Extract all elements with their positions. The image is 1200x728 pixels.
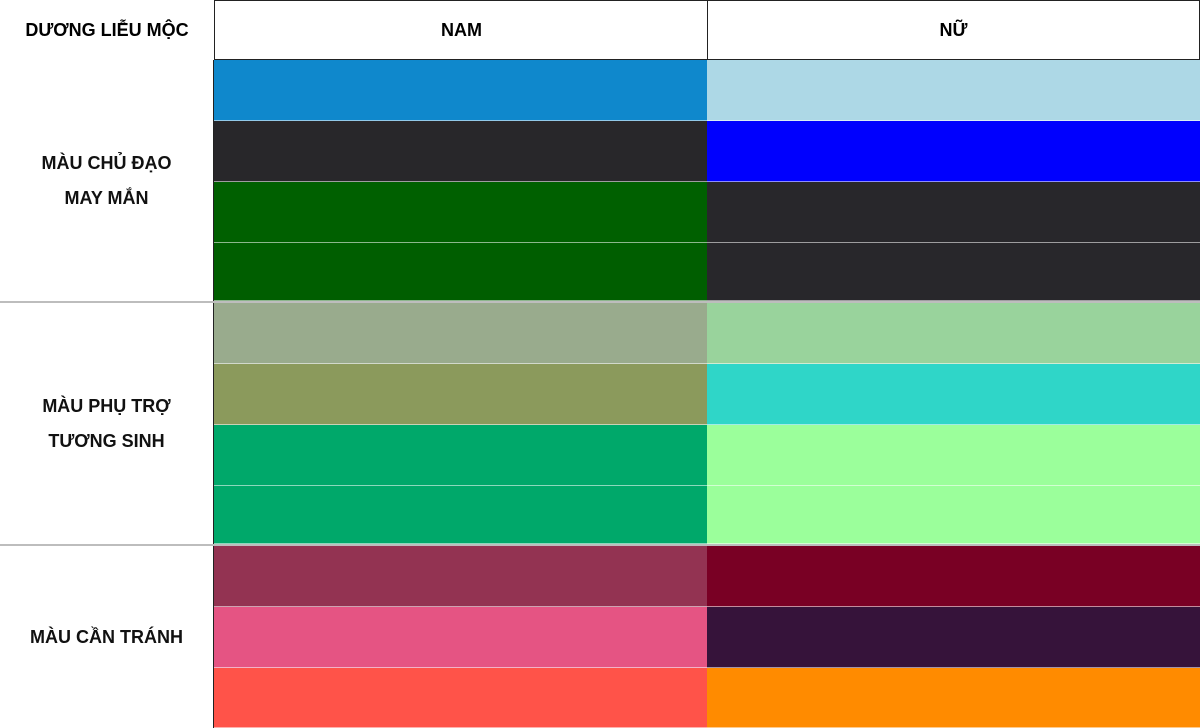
nam-color-column: [214, 303, 707, 544]
color-swatch: [214, 60, 707, 121]
nu-color-column: [707, 546, 1200, 728]
color-swatch: [707, 486, 1200, 544]
column-header-nu: NỮ: [707, 0, 1200, 60]
row-label-avoid: MÀU CẦN TRÁNH: [0, 546, 214, 728]
column-header-nam: NAM: [214, 0, 708, 60]
color-swatch: [214, 668, 707, 728]
color-swatch: [214, 303, 707, 364]
color-swatch: [214, 243, 707, 301]
color-swatch: [707, 364, 1200, 425]
color-swatch: [707, 546, 1200, 607]
row-label-line: MAY MẮN: [64, 187, 149, 208]
row-label-line: TƯƠNG SINH: [48, 430, 165, 451]
color-swatch: [214, 364, 707, 425]
color-swatch: [214, 121, 707, 182]
color-swatch: [707, 243, 1200, 301]
color-swatch: [707, 121, 1200, 182]
color-swatch: [214, 546, 707, 607]
color-swatch: [707, 303, 1200, 364]
section-avoid-colors: MÀU CẦN TRÁNH: [0, 546, 1200, 728]
color-swatch: [707, 668, 1200, 728]
color-swatch: [707, 60, 1200, 121]
nam-color-column: [214, 546, 707, 728]
color-swatch: [214, 486, 707, 544]
table-title: DƯƠNG LIỄU MỘC: [25, 19, 189, 40]
table-header: DƯƠNG LIỄU MỘC NAM NỮ: [0, 0, 1200, 60]
row-label-lucky: MÀU CHỦ ĐẠO MAY MẮN: [0, 60, 214, 301]
color-swatch: [214, 607, 707, 668]
nam-color-column: [214, 60, 707, 301]
row-label-supporting: MÀU PHỤ TRỢ TƯƠNG SINH: [0, 303, 214, 544]
nu-color-column: [707, 303, 1200, 544]
color-swatch: [707, 425, 1200, 486]
color-swatch: [707, 182, 1200, 243]
row-label-line: MÀU CHỦ ĐẠO: [41, 152, 172, 173]
color-swatch: [214, 425, 707, 486]
row-label-line: MÀU CẦN TRÁNH: [30, 626, 183, 647]
section-lucky-colors: MÀU CHỦ ĐẠO MAY MẮN: [0, 60, 1200, 301]
section-supporting-colors: MÀU PHỤ TRỢ TƯƠNG SINH: [0, 303, 1200, 544]
row-label-line: MÀU PHỤ TRỢ: [42, 395, 171, 416]
color-swatch: [214, 182, 707, 243]
nu-color-column: [707, 60, 1200, 301]
color-swatch: [707, 607, 1200, 668]
